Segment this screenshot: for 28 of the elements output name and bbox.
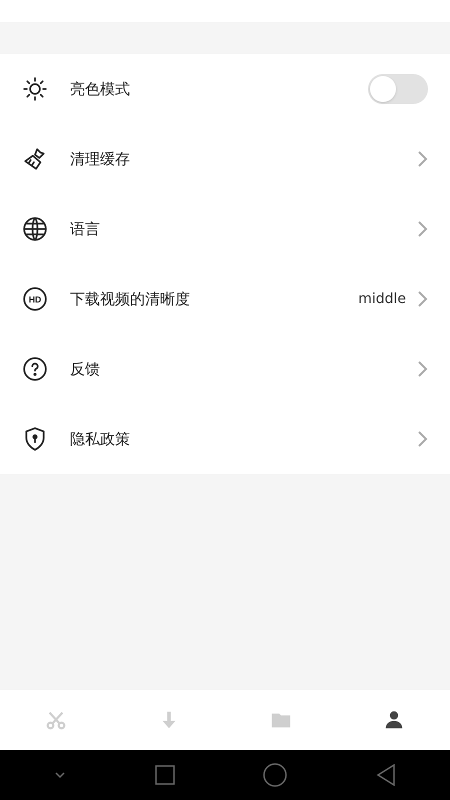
- circle-icon[interactable]: [263, 763, 288, 787]
- setting-label: 反馈: [70, 358, 101, 380]
- setting-value: middle: [358, 290, 406, 308]
- toggle-switch[interactable]: [368, 74, 428, 104]
- settings-row[interactable]: 清理缓存: [0, 124, 450, 194]
- chevron-right-icon: [416, 220, 428, 238]
- settings-row[interactable]: 亮色模式: [0, 54, 450, 124]
- setting-label: 语言: [70, 218, 101, 240]
- setting-label: 下载视频的清晰度: [70, 288, 191, 310]
- settings-row[interactable]: HD 下载视频的清晰度 middle: [0, 264, 450, 334]
- setting-label: 清理缓存: [70, 148, 131, 170]
- chevron-right-icon: [416, 290, 428, 308]
- globe-icon: [22, 216, 48, 242]
- sun-icon: [22, 76, 48, 102]
- chevron-down-icon[interactable]: [54, 771, 66, 779]
- chevron-right-icon: [416, 430, 428, 448]
- hd-icon: HD: [22, 286, 48, 312]
- setting-label: 隐私政策: [70, 428, 131, 450]
- square-icon[interactable]: [154, 765, 175, 785]
- settings-row[interactable]: 隐私政策: [0, 404, 450, 474]
- chevron-right-icon: [416, 150, 428, 168]
- settings-row[interactable]: 反馈: [0, 334, 450, 404]
- chevron-right-icon: [416, 360, 428, 378]
- question-icon: [22, 356, 48, 382]
- person-icon[interactable]: [382, 709, 405, 731]
- triangle-icon[interactable]: [376, 764, 396, 786]
- settings-row[interactable]: 语言: [0, 194, 450, 264]
- setting-label: 亮色模式: [70, 78, 131, 100]
